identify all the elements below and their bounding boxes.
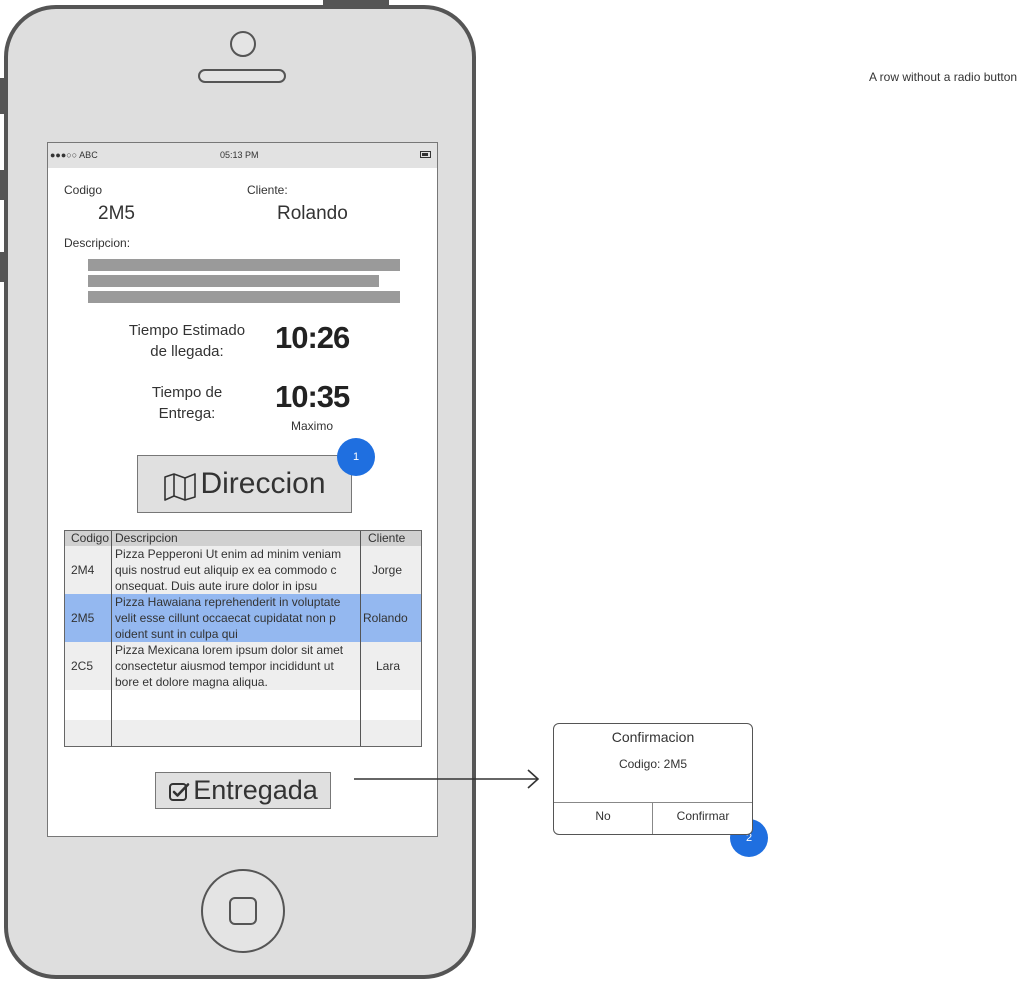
table-header: Codigo Descripcion Cliente	[65, 531, 421, 546]
row-codigo: 2M5	[71, 611, 95, 625]
row-descripcion-line: bore et dolore magna aliqua.	[115, 675, 268, 689]
header-descripcion: Descripcion	[115, 531, 178, 545]
dialog-divider	[652, 803, 653, 834]
cliente-label: Cliente:	[247, 183, 288, 197]
descripcion-label: Descripcion:	[64, 236, 131, 250]
callout-badge-1: 1	[337, 438, 375, 476]
tiempo-entrega-value: 10:35	[275, 379, 350, 414]
codigo-value: 2M5	[98, 203, 135, 224]
row-descripcion: Pizza Pepperoni Ut enim ad minim veniam …	[115, 546, 360, 594]
orders-table: Codigo Descripcion Cliente 2M4 Pizza Pep…	[64, 530, 422, 747]
map-icon	[164, 473, 197, 501]
flow-arrow-icon	[354, 769, 540, 789]
row-descripcion-line: velit esse cillunt occaecat cupidatat no…	[115, 611, 336, 625]
status-bar: ●●●○○ ABC 05:13 PM	[48, 143, 437, 168]
entregada-button-label: Entregada	[193, 775, 318, 805]
row-descripcion-line: Pizza Hawaiana reprehenderit in voluptat…	[115, 595, 341, 609]
row-descripcion-line: quis nostrud eut aliquip ex ea commodo c	[115, 563, 337, 577]
header-cliente: Cliente	[368, 531, 406, 545]
tiempo-entrega-caption: Maximo	[291, 419, 334, 433]
row-cliente: Lara	[376, 659, 401, 673]
cliente-value: Rolando	[277, 203, 348, 224]
table-row-empty[interactable]	[65, 690, 421, 720]
direccion-button[interactable]: Direccion	[137, 455, 352, 513]
camera	[230, 31, 256, 57]
tiempo-estimado-value: 10:26	[275, 320, 350, 355]
tiempo-estimado-label-line2: de llegada:	[150, 343, 224, 360]
column-divider	[360, 531, 361, 746]
tiempo-entrega-label-line1: Tiempo de	[151, 384, 223, 401]
speaker	[198, 69, 286, 83]
row-cliente: Rolando	[363, 611, 408, 625]
row-cliente: Jorge	[372, 563, 403, 577]
direccion-button-label: Direccion	[200, 467, 326, 500]
tiempo-estimado-label-line1: Tiempo Estimado	[128, 322, 246, 339]
dialog-message: Codigo: 2M5	[618, 757, 688, 771]
confirmation-dialog: Confirmacion Codigo: 2M5 No Confirmar	[553, 723, 753, 835]
row-descripcion-line: oident sunt in culpa qui	[115, 627, 238, 641]
codigo-label: Codigo	[64, 183, 103, 197]
status-time: 05:13 PM	[220, 150, 259, 160]
row-descripcion-line: onsequat. Duis aute irure dolor in ipsu	[115, 579, 318, 593]
row-descripcion: Pizza Hawaiana reprehenderit in voluptat…	[115, 594, 360, 642]
annotation-note: A row without a radio button	[869, 70, 1018, 84]
row-codigo: 2C5	[71, 659, 94, 673]
row-descripcion-line: consectetur aiusmod tempor incididunt ut	[115, 659, 334, 673]
home-button-icon	[229, 897, 257, 925]
description-placeholder-line	[88, 259, 400, 271]
row-codigo: 2M4	[71, 563, 95, 577]
dialog-title: Confirmacion	[611, 729, 695, 745]
tiempo-entrega-label: Tiempo de Entrega:	[108, 382, 266, 424]
phone-screen: ●●●○○ ABC 05:13 PM Codigo 2M5 Cliente: R…	[47, 142, 438, 837]
column-divider	[111, 531, 112, 746]
dialog-confirm-button[interactable]: Confirmar	[654, 809, 752, 823]
checkbox-icon	[169, 783, 190, 801]
description-placeholder-line	[88, 275, 379, 287]
tiempo-entrega-label-line2: Entrega:	[158, 405, 216, 422]
row-descripcion-line: Pizza Pepperoni Ut enim ad minim veniam	[115, 547, 342, 561]
row-descripcion-line: Pizza Mexicana lorem ipsum dolor sit ame…	[115, 643, 344, 657]
dialog-no-button[interactable]: No	[554, 809, 652, 823]
carrier-label: ●●●○○ ABC	[50, 150, 98, 160]
entregada-button[interactable]: Entregada	[155, 772, 331, 809]
table-row-empty[interactable]	[65, 720, 421, 746]
header-codigo: Codigo	[71, 531, 110, 545]
dialog-divider	[554, 802, 752, 803]
tiempo-estimado-label: Tiempo Estimado de llegada:	[108, 320, 266, 362]
battery-icon	[420, 151, 431, 158]
row-descripcion: Pizza Mexicana lorem ipsum dolor sit ame…	[115, 642, 360, 690]
description-placeholder-line	[88, 291, 400, 303]
